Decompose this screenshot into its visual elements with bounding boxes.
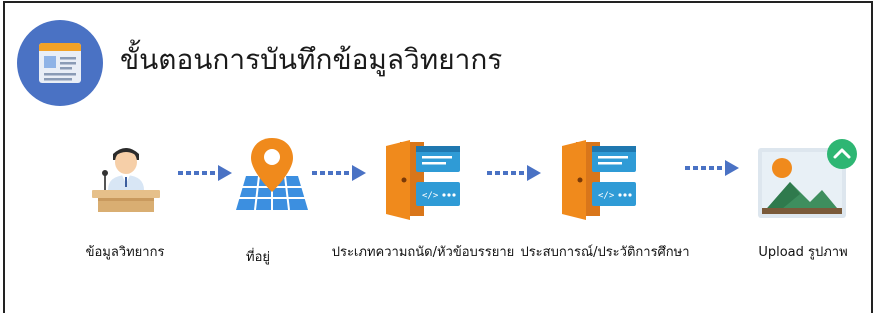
step-label-4: ประสบการณ์/ประวัติการศึกษา xyxy=(520,245,690,260)
speaker-podium-icon xyxy=(92,148,160,212)
arrow-4 xyxy=(685,160,739,176)
step-label-5: Upload รูปภาพ xyxy=(758,245,848,260)
map-pin-icon xyxy=(236,138,308,211)
step-label-1: ข้อมูลวิทยากร xyxy=(85,245,165,260)
door-code-window-icon: </> xyxy=(562,140,636,220)
arrow-1 xyxy=(178,165,232,181)
arrow-3 xyxy=(487,165,541,181)
document-icon xyxy=(17,20,103,106)
step-label-2: ที่อยู่ xyxy=(246,250,270,265)
arrow-2 xyxy=(312,165,366,181)
page-title: ขั้นตอนการบันทึกข้อมูลวิทยากร xyxy=(120,43,503,76)
svg-text:</>: </> xyxy=(422,191,439,201)
svg-text:</>: </> xyxy=(598,191,615,201)
step-label-3: ประเภทความถนัด/หัวข้อบรรยาย xyxy=(331,245,515,260)
image-upload-icon xyxy=(758,139,857,218)
door-code-window-icon: </> xyxy=(386,140,460,220)
